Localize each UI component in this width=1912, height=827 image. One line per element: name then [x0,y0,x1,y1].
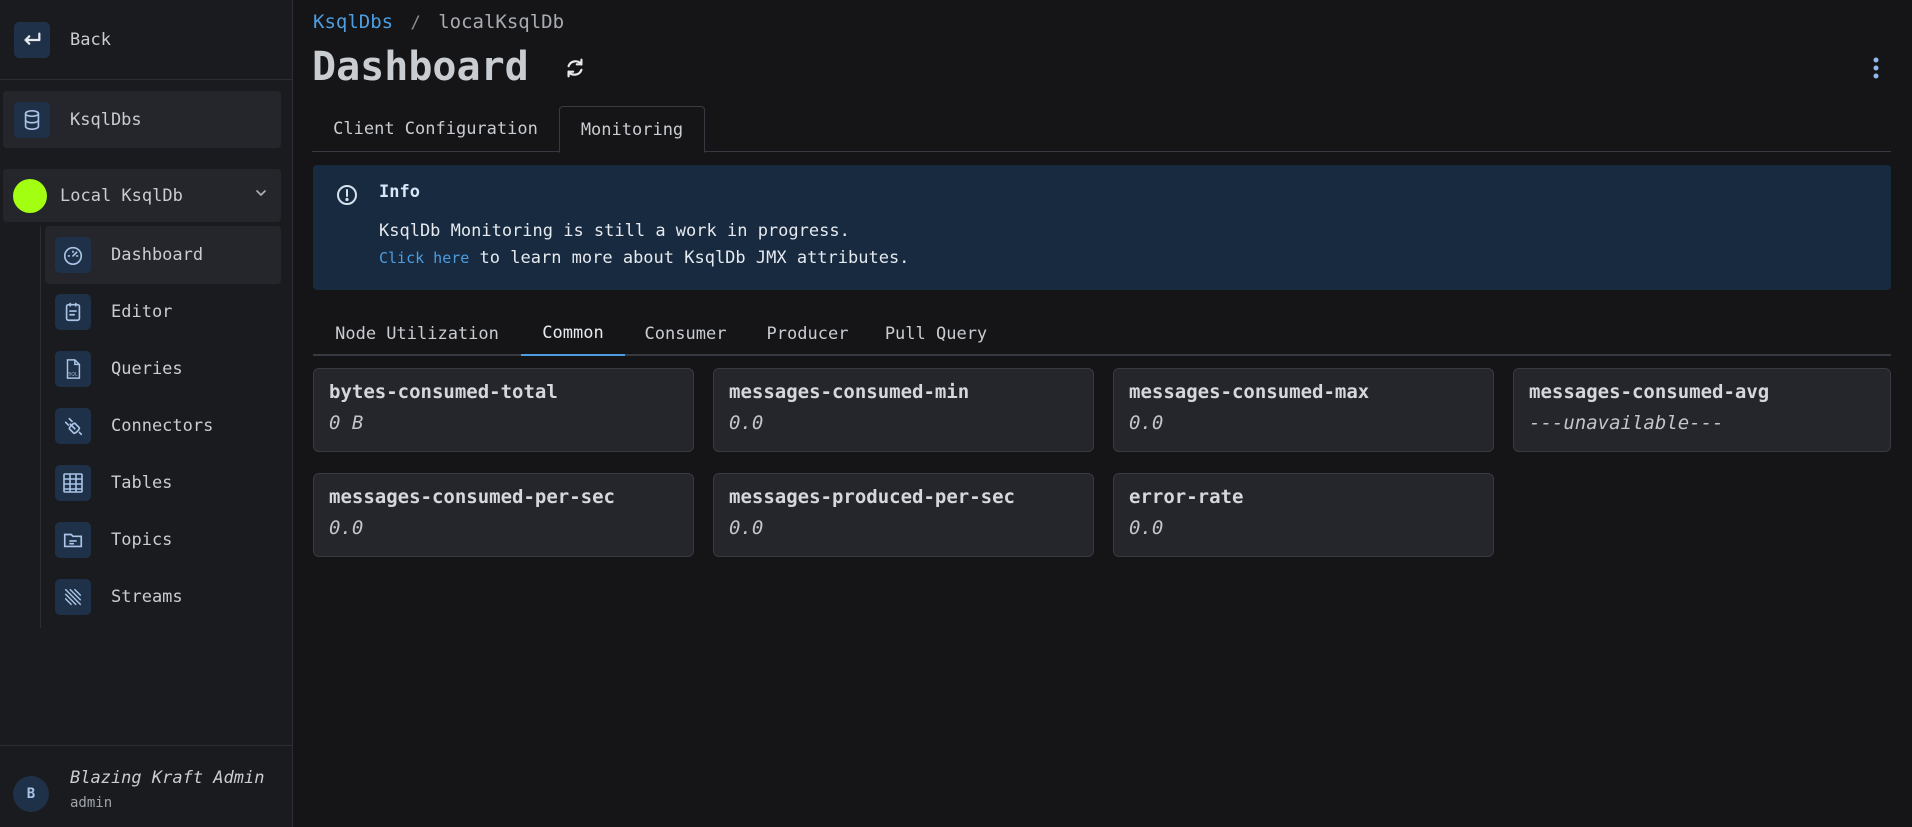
info-message: KsqlDb Monitoring is still a work in pro… [379,221,850,241]
gauge-icon [55,237,91,273]
table-icon [55,465,91,501]
info-circle-icon [335,183,359,212]
sidebar-item-label: Connectors [111,416,214,436]
editor-icon [55,294,91,330]
metric-value: 0.0 [1129,517,1164,539]
metric-value: 0.0 [729,412,764,434]
info-alert: Info KsqlDb Monitoring is still a work i… [313,165,1891,290]
metric-name: error-rate [1129,486,1244,508]
metric-card-messages-consumed-min: messages-consumed-min 0.0 [713,368,1094,452]
subtab-pull-query[interactable]: Pull Query [869,311,1003,356]
refresh-icon[interactable] [564,57,586,84]
cluster-color-dot [13,178,47,213]
streams-icon [55,579,91,615]
user-name: Blazing Kraft Admin [70,768,265,788]
sidebar-item-label: Tables [111,473,173,493]
tab-client-configuration[interactable]: Client Configuration [312,106,559,152]
sidebar-item-label: Streams [111,587,183,607]
sidebar-item-tables[interactable]: Tables [45,454,281,512]
metric-name: messages-consumed-avg [1529,381,1770,403]
metric-value: 0.0 [329,517,364,539]
sidebar-item-dashboard[interactable]: Dashboard [45,226,281,284]
chevron-down-icon [253,185,269,206]
breadcrumb-current: localKsqlDb [438,11,565,33]
sidebar-item-topics[interactable]: Topics [45,511,281,569]
metric-tabs: Node Utilization Common Consumer Produce… [313,311,1891,356]
breadcrumb-separator: / [410,13,421,33]
sidebar-item-ksqldbs[interactable]: KsqlDbs [3,91,281,148]
subtab-node-utilization[interactable]: Node Utilization [313,311,521,356]
metric-card-bytes-consumed-total: bytes-consumed-total 0 B [313,368,694,452]
cluster-name: Local KsqlDb [60,185,183,206]
metric-value: 0.0 [1129,412,1164,434]
topics-icon [55,522,91,558]
more-options-icon[interactable] [1872,56,1880,85]
sidebar-item-connectors[interactable]: Connectors [45,397,281,455]
metric-card-messages-produced-per-sec: messages-produced-per-sec 0.0 [713,473,1094,557]
connectors-icon [55,408,91,444]
metric-name: messages-consumed-per-sec [329,486,615,508]
database-icon [14,101,50,138]
subtab-common[interactable]: Common [521,311,625,356]
svg-text:SQL: SQL [68,371,78,377]
metric-card-messages-consumed-max: messages-consumed-max 0.0 [1113,368,1494,452]
metric-name: bytes-consumed-total [329,381,558,403]
user-role: admin [70,795,113,811]
sidebar-item-label: Dashboard [111,245,204,265]
sidebar-item-label: Topics [111,530,173,550]
learn-more-link[interactable]: Click here [379,249,469,267]
sidebar-item-label: Editor [111,302,173,322]
subnav-divider [40,226,41,628]
metric-value: ---unavailable--- [1529,412,1724,434]
sidebar-item-streams[interactable]: Streams [45,568,281,626]
user-profile[interactable]: B Blazing Kraft Admin admin [0,745,292,827]
info-message-rest: to learn more about KsqlDb JMX attribute… [469,248,910,268]
main-tabs: Client Configuration Monitoring [312,106,1891,153]
back-label: Back [70,29,111,50]
metric-name: messages-consumed-max [1129,381,1370,403]
subtab-producer[interactable]: Producer [746,311,869,356]
sidebar-item-label: KsqlDbs [70,109,142,130]
page-title: Dashboard [312,44,529,90]
metric-name: messages-produced-per-sec [729,486,1015,508]
metric-value: 0.0 [729,517,764,539]
info-message-link-line: Click here to learn more about KsqlDb JM… [379,248,909,268]
metric-card-error-rate: error-rate 0.0 [1113,473,1494,557]
sidebar-item-queries[interactable]: SQL Queries [45,340,281,398]
sidebar-item-editor[interactable]: Editor [45,283,281,341]
metric-card-messages-consumed-per-sec: messages-consumed-per-sec 0.0 [313,473,694,557]
metric-card-messages-consumed-avg: messages-consumed-avg ---unavailable--- [1513,368,1891,452]
main-content: KsqlDbs / localKsqlDb Dashboard Client C… [294,0,1912,827]
sql-file-icon: SQL [55,351,91,387]
subtab-consumer[interactable]: Consumer [625,311,746,356]
back-arrow-icon [14,21,50,58]
avatar: B [13,776,49,812]
breadcrumb: KsqlDbs / localKsqlDb [313,11,564,33]
metric-name: messages-consumed-min [729,381,970,403]
breadcrumb-link-ksqldbs[interactable]: KsqlDbs [313,11,393,33]
tab-monitoring[interactable]: Monitoring [559,106,705,153]
back-button[interactable]: Back [0,0,292,80]
cluster-selector[interactable]: Local KsqlDb [3,169,281,222]
sidebar: Back KsqlDbs Local KsqlDb Dashboard Edit… [0,0,293,827]
sidebar-item-label: Queries [111,359,183,379]
info-title: Info [379,182,420,202]
metric-value: 0 B [329,412,364,434]
